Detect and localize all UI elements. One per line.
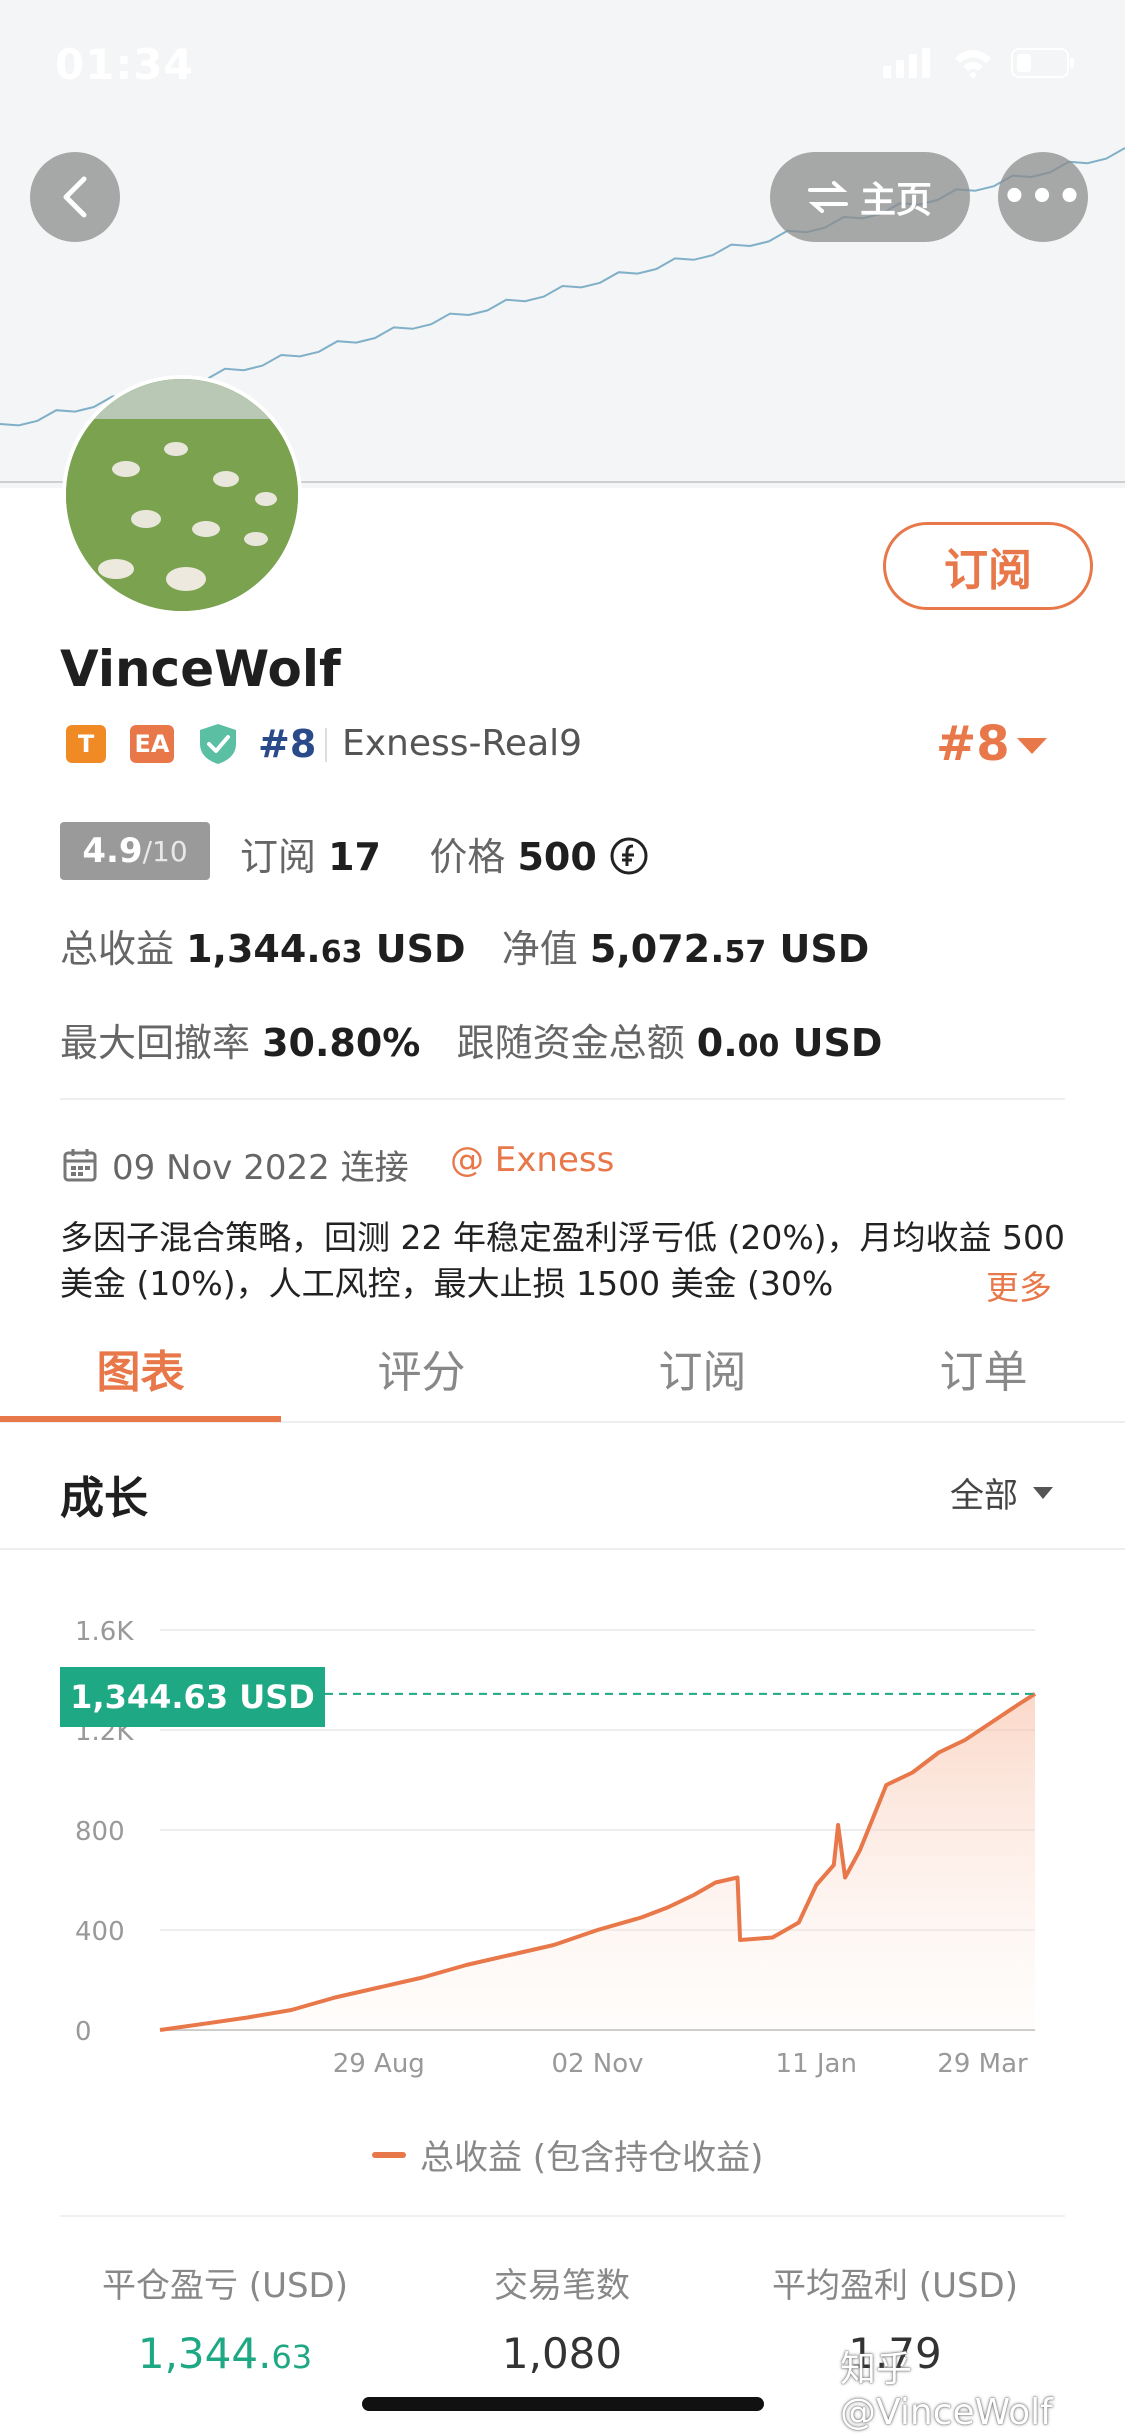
equity-dec: 57 <box>724 935 767 970</box>
verified-shield-icon <box>200 724 236 764</box>
back-button[interactable] <box>30 152 120 242</box>
y-tick-label: 0 <box>75 2017 92 2047</box>
max-drawdown-value: 30.80% <box>262 1021 421 1065</box>
stat-label: 交易笔数 <box>494 2266 630 2306</box>
rating-badge: 4.9 /10 <box>60 822 210 880</box>
divider <box>60 2215 1065 2217</box>
y-tick-label: 800 <box>75 1817 125 1847</box>
follow-funds-label: 跟随资金总额 <box>456 1021 685 1065</box>
subscribers-price-line: 订阅 17 价格 500 <box>240 826 649 881</box>
avatar[interactable] <box>62 375 302 615</box>
swap-icon <box>807 181 848 213</box>
server-name: Exness-Real9 <box>342 723 583 764</box>
calendar-icon <box>63 1148 97 1181</box>
tab-subscribe[interactable]: 订阅 <box>562 1336 843 1400</box>
avatar-sheep-image <box>66 379 298 611</box>
total-profit-label: 总收益 <box>60 927 175 971</box>
connect-date: 09 Nov 2022 连接 <box>62 1140 409 1189</box>
more-dots-icon: ••• <box>1001 174 1085 220</box>
growth-title: 成长 <box>60 1473 148 1524</box>
x-tick-label: 02 Nov <box>551 2049 643 2079</box>
divider <box>60 1098 1065 1100</box>
drawdown-follow-line: 最大回撤率 30.80% 跟随资金总额 0.00 USD <box>60 1012 882 1067</box>
stat-value-decimal: 63 <box>271 2338 313 2376</box>
price-value: 500 <box>517 835 597 879</box>
rank-dropdown[interactable]: #8 <box>936 716 1010 772</box>
tag-t-badge: T <box>66 725 106 763</box>
profit-equity-line: 总收益 1,344.63 USD 净值 5,072.57 USD <box>60 918 869 973</box>
growth-chart[interactable]: 04008001.2K1.6K 29 Aug 02 Nov 11 Jan 29 Mar <box>0 1560 1125 2080</box>
status-icons <box>883 48 1075 78</box>
legend-swatch <box>372 2151 406 2158</box>
current-value-label: 1,344.63 USD <box>60 1667 325 1727</box>
more-button[interactable]: ••• <box>998 152 1088 242</box>
rating-denominator: /10 <box>142 834 188 868</box>
stat-trade-count: 交易笔数 1,080 <box>382 2258 742 2378</box>
range-select[interactable]: 全部 <box>950 1468 1054 1517</box>
date-text: 09 Nov 2022 连接 <box>112 1148 409 1188</box>
subscribe-button[interactable]: 订阅 <box>883 522 1093 610</box>
stat-label: 平均盈利 (USD) <box>772 2266 1018 2306</box>
rank-small: #8 <box>258 722 317 766</box>
series-area <box>160 1693 1035 2030</box>
stat-closed-pnl: 平仓盈亏 (USD) 1,344.63 <box>45 2258 405 2378</box>
status-time: 01:34 <box>55 40 194 89</box>
follow-funds-int: 0. <box>696 1021 738 1065</box>
stat-value: 1,080 <box>501 2329 623 2378</box>
caret-down-icon <box>1033 1486 1053 1499</box>
chart-legend: 总收益 (包含持仓收益) <box>372 2130 763 2179</box>
x-tick-label: 29 Aug <box>333 2049 425 2079</box>
divider <box>0 1548 1125 1550</box>
equity-label: 净值 <box>501 927 578 971</box>
price-label: 价格 <box>429 835 506 879</box>
chevron-left-icon <box>63 176 87 218</box>
home-indicator <box>362 2397 764 2411</box>
total-profit-dec: 63 <box>320 935 363 970</box>
tab-chart[interactable]: 图表 <box>0 1336 281 1400</box>
total-profit-int: 1,344. <box>186 927 321 971</box>
tab-rating[interactable]: 评分 <box>281 1336 562 1400</box>
strategy-description: 多因子混合策略，回测 22 年稳定盈利浮亏低 (20%)，月均收益 500 美金… <box>60 1218 1066 1303</box>
tag-ea-badge: EA <box>130 725 174 763</box>
equity-unit: USD <box>779 927 870 971</box>
x-tick-label: 29 Mar <box>937 2049 1028 2079</box>
y-tick-label: 1.6K <box>75 1617 134 1647</box>
coin-icon <box>610 837 648 875</box>
wifi-icon <box>955 50 991 78</box>
subscribers-label: 订阅 <box>240 835 317 879</box>
equity-int: 5,072. <box>589 927 725 971</box>
home-label: 主页 <box>859 180 932 221</box>
active-tab-indicator <box>0 1416 281 1422</box>
battery-icon <box>1011 48 1074 78</box>
rating-score: 4.9 <box>82 831 143 871</box>
follow-funds-dec: 00 <box>737 1029 780 1064</box>
home-button[interactable]: 主页 <box>770 152 970 242</box>
x-tick-label: 11 Jan <box>776 2049 857 2079</box>
max-drawdown-label: 最大回撤率 <box>60 1021 251 1065</box>
caret-down-icon[interactable] <box>1015 736 1049 756</box>
stat-value: 1,344. <box>137 2329 272 2378</box>
signal-icon <box>883 48 930 78</box>
y-tick-label: 400 <box>75 1917 125 1947</box>
stat-label: 平仓盈亏 (USD) <box>102 2266 348 2306</box>
follow-funds-unit: USD <box>792 1021 883 1065</box>
watermark: 知乎 @VinceWolf <box>840 2349 1053 2433</box>
total-profit-unit: USD <box>375 927 466 971</box>
range-label: 全部 <box>950 1476 1018 1516</box>
legend-label: 总收益 (包含持仓收益) <box>420 2138 764 2178</box>
more-link[interactable]: 更多 <box>982 1261 1052 1309</box>
broker-link[interactable]: @ Exness <box>450 1140 614 1180</box>
subscribers-value: 17 <box>328 835 381 879</box>
divider <box>325 728 327 762</box>
tab-orders[interactable]: 订单 <box>843 1336 1124 1400</box>
username: VinceWolf <box>60 640 341 698</box>
